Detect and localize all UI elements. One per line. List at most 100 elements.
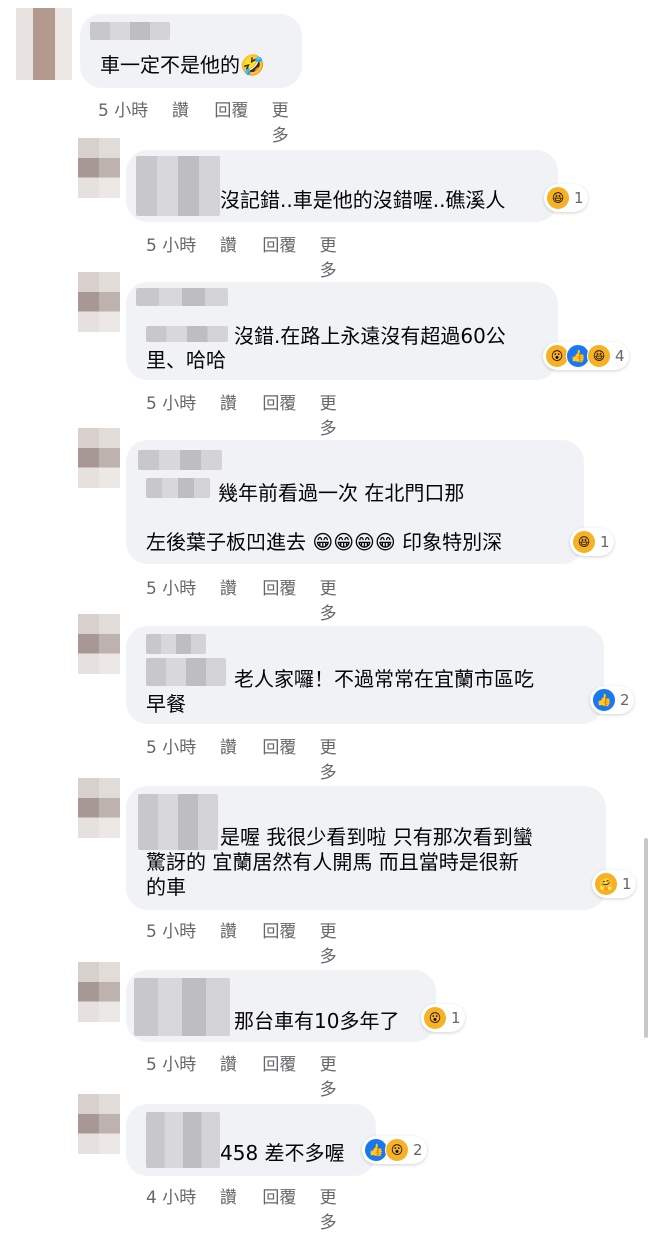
blurred-author-name — [146, 478, 210, 498]
haha-reaction-icon: 😆 — [587, 344, 611, 368]
comment-bubble: 沒記錯..車是他的沒錯喔..礁溪人 — [126, 150, 558, 222]
wow-reaction-icon: 😮 — [385, 1138, 409, 1162]
timestamp: 5 小時 — [146, 922, 197, 942]
comment-text: 的車 — [146, 875, 186, 899]
more-action[interactable]: 更多 — [320, 917, 351, 967]
more-action[interactable]: 更多 — [320, 231, 351, 281]
like-action[interactable]: 讚 — [220, 1050, 262, 1100]
like-action[interactable]: 讚 — [220, 574, 262, 624]
more-action[interactable]: 更多 — [320, 1050, 351, 1100]
timestamp: 5 小時 — [146, 1055, 197, 1075]
avatar[interactable] — [78, 272, 120, 332]
comment-text: 車一定不是他的🤣 — [100, 53, 265, 77]
comment-meta: 5 小時 讚 回覆 更多 — [146, 1050, 351, 1100]
reply-action[interactable]: 回覆 — [262, 733, 319, 783]
blurred-author-name — [146, 658, 226, 686]
comment-meta: 5 小時 讚 回覆 更多 — [146, 574, 351, 624]
like-action[interactable]: 讚 — [220, 231, 262, 281]
blurred-author-name[interactable] — [138, 794, 218, 850]
blurred-author-name[interactable] — [136, 288, 228, 306]
timestamp: 4 小時 — [146, 1188, 197, 1208]
more-action[interactable]: 更多 — [320, 1183, 351, 1233]
haha-reaction-icon: 😆 — [546, 186, 570, 210]
more-action[interactable]: 更多 — [320, 389, 351, 439]
like-action[interactable]: 讚 — [172, 96, 214, 146]
like-reaction-icon: 👍 — [592, 688, 616, 712]
comment-text: 早餐 — [146, 692, 186, 716]
avatar[interactable] — [78, 962, 120, 1022]
reaction-badge[interactable]: 😆 1 — [544, 184, 588, 212]
comment-text: 老人家囉！不過常常在宜蘭市區吃 — [234, 667, 534, 691]
blurred-author-name[interactable] — [90, 22, 170, 40]
comment-bubble: 老人家囉！不過常常在宜蘭市區吃 早餐 — [126, 626, 604, 724]
more-action[interactable]: 更多 — [320, 733, 351, 783]
reaction-count: 4 — [615, 347, 625, 365]
reaction-count: 2 — [620, 691, 630, 709]
reaction-badge[interactable]: 🤗 1 — [592, 870, 636, 898]
blurred-author-name[interactable] — [146, 1112, 220, 1168]
reaction-count: 1 — [574, 189, 584, 207]
comment-meta: 5 小時 讚 回覆 更多 — [146, 733, 351, 783]
comment-bubble: 幾年前看過一次 在北門口那 左後葉子板凹進去 😁😁😁😁 印象特別深 — [126, 440, 584, 564]
timestamp: 5 小時 — [146, 236, 197, 256]
comment-text: 那台車有10多年了 — [234, 1009, 400, 1033]
comment-bubble: 車一定不是他的🤣 — [80, 14, 302, 88]
scrollbar[interactable] — [644, 838, 648, 1038]
reaction-badge[interactable]: 😮 👍 😆 4 — [543, 342, 629, 370]
blurred-author-name[interactable] — [146, 634, 206, 654]
reaction-count: 1 — [451, 1009, 461, 1027]
like-action[interactable]: 讚 — [220, 1183, 262, 1233]
comment-text: 沒錯.在路上永遠沒有超過60公 — [234, 324, 506, 348]
reaction-badge[interactable]: 👍 2 — [590, 686, 634, 714]
reply-action[interactable]: 回覆 — [262, 917, 319, 967]
avatar[interactable] — [78, 614, 120, 674]
comment-text: 458 差不多喔 — [220, 1141, 345, 1165]
blurred-author-name[interactable] — [134, 978, 230, 1036]
blurred-author-name[interactable] — [138, 450, 222, 470]
timestamp: 5 小時 — [146, 394, 197, 414]
timestamp: 5 小時 — [146, 579, 197, 599]
comment-meta: 5 小時 讚 回覆 更多 — [98, 96, 303, 146]
more-action[interactable]: 更多 — [320, 574, 351, 624]
comment-meta: 5 小時 讚 回覆 更多 — [146, 389, 351, 439]
avatar[interactable] — [78, 1094, 120, 1154]
reaction-count: 1 — [600, 533, 610, 551]
comment-bubble: 是喔 我很少看到啦 只有那次看到蠻 驚訝的 宜蘭居然有人開馬 而且當時是很新 的… — [126, 786, 606, 910]
avatar[interactable] — [78, 138, 120, 198]
avatar[interactable] — [16, 8, 72, 80]
reaction-badge[interactable]: 😮 1 — [421, 1004, 465, 1032]
reaction-count: 1 — [622, 875, 632, 893]
reaction-badge[interactable]: 😆 1 — [570, 528, 614, 556]
reaction-badge[interactable]: 👍 😮 2 — [362, 1136, 427, 1164]
comment-bubble: 沒錯.在路上永遠沒有超過60公 里、哈哈 — [126, 282, 558, 380]
comment-meta: 5 小時 讚 回覆 更多 — [146, 231, 351, 281]
haha-reaction-icon: 😆 — [572, 530, 596, 554]
reply-action[interactable]: 回覆 — [262, 1183, 319, 1233]
comment-meta: 4 小時 讚 回覆 更多 — [146, 1183, 351, 1233]
reply-action[interactable]: 回覆 — [214, 96, 271, 146]
reaction-count: 2 — [413, 1141, 423, 1159]
like-action[interactable]: 讚 — [220, 389, 262, 439]
comment-bubble: 那台車有10多年了 — [126, 970, 436, 1042]
like-action[interactable]: 讚 — [220, 917, 262, 967]
comment-meta: 5 小時 讚 回覆 更多 — [146, 917, 351, 967]
comment-text: 驚訝的 宜蘭居然有人開馬 而且當時是很新 — [146, 850, 519, 874]
reply-action[interactable]: 回覆 — [262, 574, 319, 624]
reply-action[interactable]: 回覆 — [262, 1050, 319, 1100]
blurred-author-name — [146, 326, 228, 342]
timestamp: 5 小時 — [146, 738, 197, 758]
comment-text: 沒記錯..車是他的沒錯喔..礁溪人 — [220, 188, 506, 212]
comment-text: 左後葉子板凹進去 😁😁😁😁 印象特別深 — [146, 530, 503, 554]
reply-action[interactable]: 回覆 — [262, 231, 319, 281]
more-action[interactable]: 更多 — [272, 96, 303, 146]
comment-text: 是喔 我很少看到啦 只有那次看到蠻 — [220, 825, 533, 849]
blurred-author-name[interactable] — [136, 156, 220, 216]
avatar[interactable] — [78, 778, 120, 838]
comment-text: 幾年前看過一次 在北門口那 — [218, 481, 465, 505]
wow-reaction-icon: 😮 — [423, 1006, 447, 1030]
avatar[interactable] — [78, 428, 120, 488]
care-reaction-icon: 🤗 — [594, 872, 618, 896]
comment-bubble: 458 差不多喔 — [126, 1104, 376, 1176]
reply-action[interactable]: 回覆 — [262, 389, 319, 439]
like-action[interactable]: 讚 — [220, 733, 262, 783]
